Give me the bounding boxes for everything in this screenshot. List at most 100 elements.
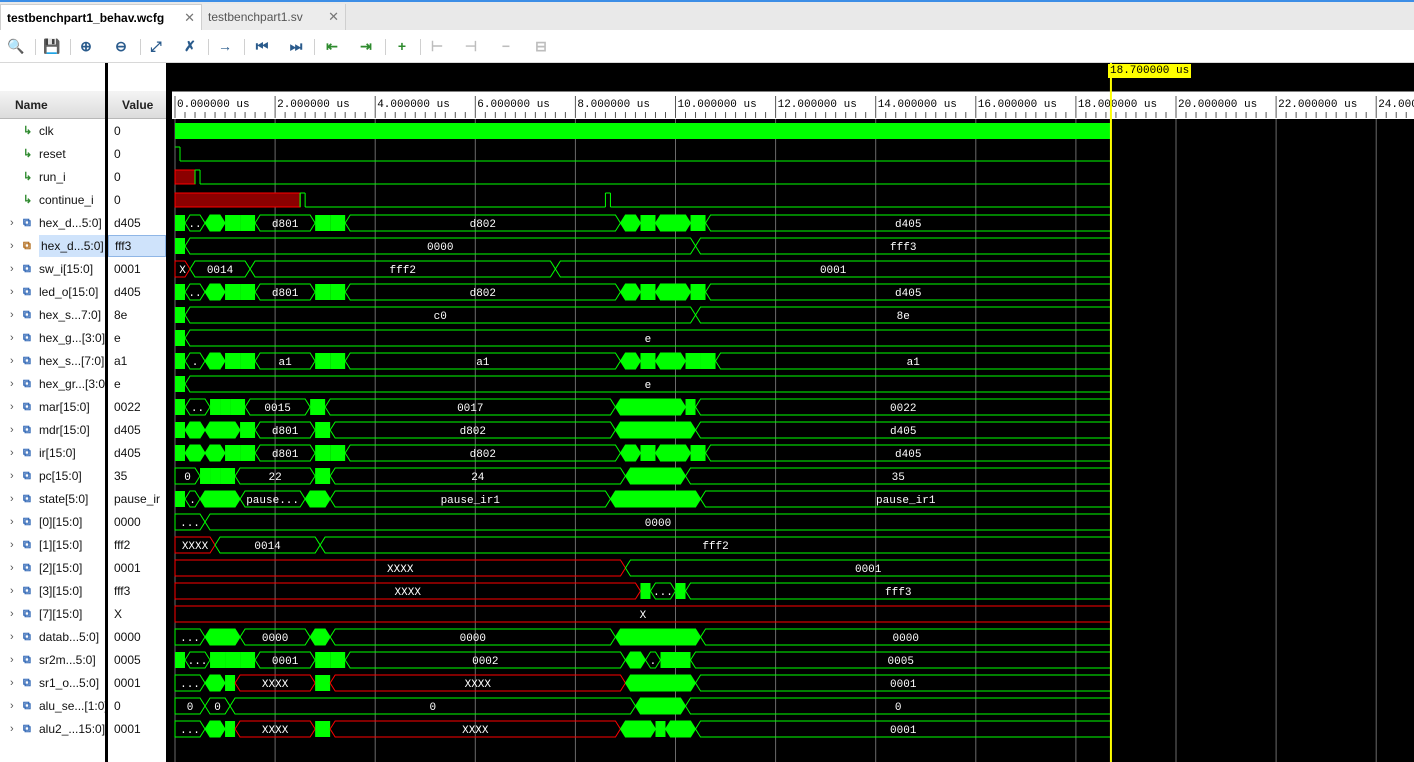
signal-row[interactable]: › ⧉ hex_gr...[3:0]	[0, 373, 105, 395]
bus-dense-segment	[200, 468, 211, 484]
signal-row[interactable]: › ⧉ hex_s...[7:0]	[0, 350, 105, 372]
chevron-right-icon[interactable]: ›	[10, 396, 14, 418]
chevron-right-icon[interactable]: ›	[10, 695, 14, 717]
add-marker-icon[interactable]: +	[392, 37, 412, 55]
chevron-right-icon[interactable]: ›	[10, 603, 14, 625]
signal-row[interactable]: › ⧉ [0][15:0]	[0, 511, 105, 533]
signal-name: [1][15:0]	[39, 538, 83, 552]
chevron-right-icon[interactable]: ›	[10, 511, 14, 533]
signal-value-text: 35	[114, 469, 128, 483]
chevron-right-icon[interactable]: ›	[10, 373, 14, 395]
bus-dense-segment	[315, 422, 331, 438]
signal-row[interactable]: ↳ clk	[0, 120, 105, 142]
chevron-right-icon[interactable]: ›	[10, 419, 14, 441]
chevron-right-icon[interactable]: ›	[10, 626, 14, 648]
bus-value-label: ..	[188, 219, 201, 231]
tab-sv[interactable]: testbenchpart1.sv ✕	[202, 4, 346, 30]
signal-name: [0][15:0]	[39, 515, 83, 529]
chevron-right-icon[interactable]: ›	[10, 442, 14, 464]
previous-transition-icon[interactable]: ⇤	[322, 37, 342, 55]
signal-row[interactable]: › ⧉ state[5:0]	[0, 488, 105, 510]
signal-row[interactable]: › ⧉ alu_se...[1:0]	[0, 695, 105, 717]
zoom-out-icon[interactable]: ⊖	[111, 37, 131, 55]
bus-value-label: a1	[279, 357, 293, 369]
signal-row[interactable]: › ⧉ mdr[15:0]	[0, 419, 105, 441]
chevron-right-icon[interactable]: ›	[10, 534, 14, 556]
signal-row[interactable]: › ⧉ sr1_o...5:0]	[0, 672, 105, 694]
signal-row[interactable]: › ⧉ ir[15:0]	[0, 442, 105, 464]
signal-row[interactable]: › ⧉ pc[15:0]	[0, 465, 105, 487]
ruler-tick-label: 2.000000 us	[277, 99, 350, 111]
bus-value-label: ...	[188, 656, 208, 668]
chevron-right-icon[interactable]: ›	[10, 350, 14, 372]
bus-value-label: 0014	[254, 541, 281, 553]
bus-value-label: ...	[180, 633, 200, 645]
signal-name: sw_i[15:0]	[39, 262, 94, 276]
signal-name: datab...5:0]	[39, 630, 100, 644]
chevron-right-icon[interactable]: ›	[10, 557, 14, 579]
chevron-right-icon[interactable]: ›	[10, 327, 14, 349]
chevron-right-icon[interactable]: ›	[10, 281, 14, 303]
chevron-right-icon[interactable]: ›	[10, 258, 14, 280]
chevron-right-icon[interactable]: ›	[10, 488, 14, 510]
chevron-right-icon[interactable]: ›	[10, 672, 14, 694]
bus-value-label: XXXX	[465, 679, 492, 691]
signal-row[interactable]: › ⧉ hex_g...[3:0]	[0, 327, 105, 349]
name-column-header[interactable]: Name	[0, 91, 105, 119]
bus-value-label: pause...	[246, 495, 299, 507]
go-to-last-time-icon[interactable]: ⏭	[286, 37, 306, 55]
close-icon[interactable]: ✕	[184, 5, 195, 31]
chevron-right-icon[interactable]: ›	[10, 718, 14, 740]
bus-dense-segment	[210, 468, 221, 484]
zoom-to-cursor-icon[interactable]: ✗	[180, 37, 200, 55]
bus-dense-segment	[184, 421, 206, 439]
signal-row[interactable]: › ⧉ led_o[15:0]	[0, 281, 105, 303]
close-icon[interactable]: ✕	[328, 4, 339, 30]
signal-value-text: 0001	[114, 262, 141, 276]
next-transition-icon[interactable]: ⇥	[356, 37, 376, 55]
bus-dense-segment	[619, 444, 642, 462]
signal-row[interactable]: › ⧉ datab...5:0]	[0, 626, 105, 648]
signal-row[interactable]: › ⧉ sw_i[15:0]	[0, 258, 105, 280]
signal-row[interactable]: › ⧉ [2][15:0]	[0, 557, 105, 579]
bus-dense-segment	[204, 214, 226, 232]
save-icon[interactable]: 💾	[42, 37, 62, 55]
signal-row[interactable]: › ⧉ hex_d...5:0]	[0, 235, 105, 257]
signal-row[interactable]: › ⧉ alu2_...15:0]	[0, 718, 105, 740]
signal-name: continue_i	[39, 193, 94, 207]
toolbar-separator	[244, 39, 245, 55]
bus-signal-icon: ⧉	[23, 723, 31, 735]
signal-row[interactable]: › ⧉ sr2m...5:0]	[0, 649, 105, 671]
wave-background	[172, 63, 1414, 762]
value-header-label: Value	[122, 98, 154, 112]
chevron-right-icon[interactable]: ›	[10, 304, 14, 326]
signal-row[interactable]: ↳ continue_i	[0, 189, 105, 211]
waveform-canvas[interactable]: 0.000000 us 2.000000 us 4.000000 us 6.00000…	[172, 63, 1414, 762]
zoom-fit-icon[interactable]: ⤢	[146, 37, 166, 55]
signal-row[interactable]: › ⧉ mar[15:0]	[0, 396, 105, 418]
chevron-right-icon[interactable]: ›	[10, 235, 14, 257]
signal-row[interactable]: ↳ run_i	[0, 166, 105, 188]
go-to-cursor-icon[interactable]: →	[215, 37, 235, 55]
chevron-right-icon[interactable]: ›	[10, 649, 14, 671]
bus-dense-segment	[230, 399, 246, 415]
signal-value-text: pause_ir	[114, 492, 161, 506]
chevron-right-icon[interactable]: ›	[10, 465, 14, 487]
chevron-right-icon[interactable]: ›	[10, 580, 14, 602]
search-icon[interactable]: 🔍	[6, 37, 26, 55]
tab-wcfg[interactable]: testbenchpart1_behav.wcfg ✕	[0, 4, 202, 30]
signal-row[interactable]: › ⧉ [3][15:0]	[0, 580, 105, 602]
value-column-header[interactable]: Value	[108, 91, 166, 119]
signal-row[interactable]: › ⧉ hex_s...7:0]	[0, 304, 105, 326]
signal-row[interactable]: ↳ reset	[0, 143, 105, 165]
go-to-time-zero-icon[interactable]: ⏮	[252, 37, 272, 55]
bus-dense-segment	[309, 628, 331, 646]
signal-row[interactable]: › ⧉ [1][15:0]	[0, 534, 105, 556]
cursor-time-label[interactable]: 18.700000 us	[1108, 64, 1192, 78]
signal-row[interactable]: › ⧉ hex_d...5:0]	[0, 212, 105, 234]
bus-value-label: d405	[895, 288, 921, 300]
zoom-in-icon[interactable]: ⊕	[76, 37, 96, 55]
bus-dense-segment	[220, 468, 236, 484]
chevron-right-icon[interactable]: ›	[10, 212, 14, 234]
signal-row[interactable]: › ⧉ [7][15:0]	[0, 603, 105, 625]
